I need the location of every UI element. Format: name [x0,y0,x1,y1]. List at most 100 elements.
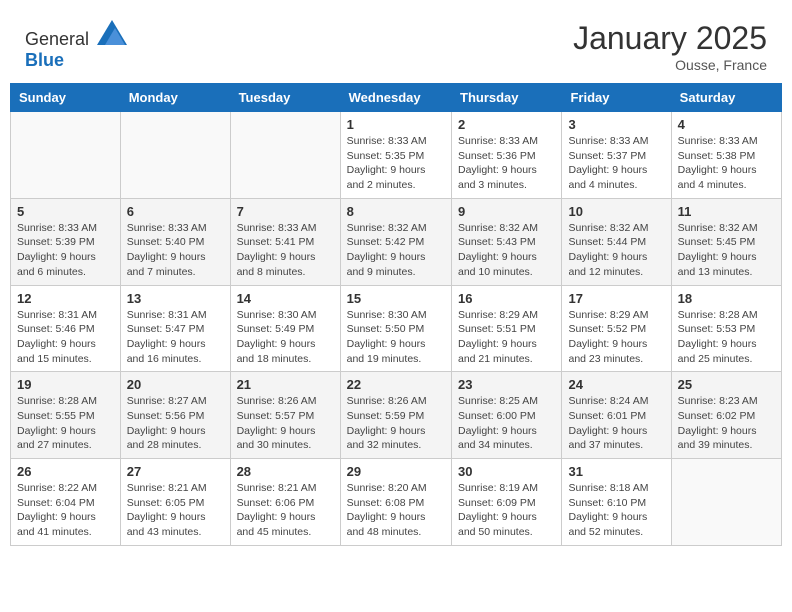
calendar-cell: 26 Sunrise: 8:22 AM Sunset: 6:04 PM Dayli… [11,459,121,546]
calendar-cell: 25Sunrise: 8:23 AM Sunset: 6:02 PM Dayli… [671,372,781,459]
calendar-week-row: 19 Sunrise: 8:28 AM Sunset: 5:55 PM Dayli… [11,372,782,459]
day-number: 29 [347,464,445,479]
day-number: 27 [127,464,224,479]
day-info: Sunrise: 8:18 AM Sunset: 6:10 PM Dayligh… [568,481,664,540]
day-info: Sunrise: 8:33 AM Sunset: 5:39 PM Dayligh… [17,221,114,280]
calendar-cell [230,112,340,199]
day-number: 13 [127,291,224,306]
calendar-cell: 24 Sunrise: 8:24 AM Sunset: 6:01 PM Dayli… [562,372,671,459]
day-number: 15 [347,291,445,306]
day-number: 26 [17,464,114,479]
day-number: 20 [127,377,224,392]
weekday-header-tuesday: Tuesday [230,84,340,112]
day-info: Sunrise: 8:20 AM Sunset: 6:08 PM Dayligh… [347,481,445,540]
day-info: Sunrise: 8:21 AM Sunset: 6:05 PM Dayligh… [127,481,224,540]
calendar-cell: 8 Sunrise: 8:32 AM Sunset: 5:42 PM Daylig… [340,198,451,285]
day-info: Sunrise: 8:33 AM Sunset: 5:38 PM Dayligh… [678,134,775,193]
calendar-cell: 19 Sunrise: 8:28 AM Sunset: 5:55 PM Dayli… [11,372,121,459]
calendar-cell [11,112,121,199]
day-info: Sunrise: 8:33 AM Sunset: 5:36 PM Dayligh… [458,134,555,193]
day-number: 31 [568,464,664,479]
day-number: 17 [568,291,664,306]
calendar-cell: 16 Sunrise: 8:29 AM Sunset: 5:51 PM Dayli… [452,285,562,372]
day-number: 3 [568,117,664,132]
calendar-cell: 23Sunrise: 8:25 AM Sunset: 6:00 PM Dayli… [452,372,562,459]
day-info: Sunrise: 8:24 AM Sunset: 6:01 PM Dayligh… [568,394,664,453]
calendar-cell: 6Sunrise: 8:33 AM Sunset: 5:40 PM Daylig… [120,198,230,285]
day-number: 14 [237,291,334,306]
logo-icon [97,20,127,45]
day-number: 16 [458,291,555,306]
calendar-cell: 29 Sunrise: 8:20 AM Sunset: 6:08 PM Dayli… [340,459,451,546]
weekday-header-row: SundayMondayTuesdayWednesdayThursdayFrid… [11,84,782,112]
day-info: Sunrise: 8:31 AM Sunset: 5:46 PM Dayligh… [17,308,114,367]
day-info: Sunrise: 8:29 AM Sunset: 5:51 PM Dayligh… [458,308,555,367]
day-number: 1 [347,117,445,132]
location: Ousse, France [573,57,767,73]
calendar-cell: 14 Sunrise: 8:30 AM Sunset: 5:49 PM Dayli… [230,285,340,372]
day-number: 10 [568,204,664,219]
day-number: 5 [17,204,114,219]
day-info: Sunrise: 8:32 AM Sunset: 5:45 PM Dayligh… [678,221,775,280]
day-info: Sunrise: 8:32 AM Sunset: 5:42 PM Dayligh… [347,221,445,280]
logo-general: General [25,29,89,49]
calendar-cell: 13 Sunrise: 8:31 AM Sunset: 5:47 PM Dayli… [120,285,230,372]
weekday-header-monday: Monday [120,84,230,112]
calendar: SundayMondayTuesdayWednesdayThursdayFrid… [10,83,782,546]
calendar-cell: 10Sunrise: 8:32 AM Sunset: 5:44 PM Dayli… [562,198,671,285]
calendar-cell: 11 Sunrise: 8:32 AM Sunset: 5:45 PM Dayli… [671,198,781,285]
day-number: 12 [17,291,114,306]
day-number: 2 [458,117,555,132]
calendar-cell: 2 Sunrise: 8:33 AM Sunset: 5:36 PM Daylig… [452,112,562,199]
day-number: 6 [127,204,224,219]
page-header: General Blue January 2025 Ousse, France [10,10,782,78]
day-info: Sunrise: 8:22 AM Sunset: 6:04 PM Dayligh… [17,481,114,540]
day-info: Sunrise: 8:21 AM Sunset: 6:06 PM Dayligh… [237,481,334,540]
day-number: 22 [347,377,445,392]
logo: General Blue [25,20,127,71]
day-info: Sunrise: 8:28 AM Sunset: 5:55 PM Dayligh… [17,394,114,453]
day-info: Sunrise: 8:33 AM Sunset: 5:41 PM Dayligh… [237,221,334,280]
day-number: 9 [458,204,555,219]
day-number: 21 [237,377,334,392]
day-info: Sunrise: 8:28 AM Sunset: 5:53 PM Dayligh… [678,308,775,367]
calendar-cell: 7 Sunrise: 8:33 AM Sunset: 5:41 PM Daylig… [230,198,340,285]
day-number: 30 [458,464,555,479]
calendar-cell: 31 Sunrise: 8:18 AM Sunset: 6:10 PM Dayli… [562,459,671,546]
calendar-week-row: 5 Sunrise: 8:33 AM Sunset: 5:39 PM Daylig… [11,198,782,285]
calendar-cell: 20Sunrise: 8:27 AM Sunset: 5:56 PM Dayli… [120,372,230,459]
day-number: 7 [237,204,334,219]
day-number: 18 [678,291,775,306]
calendar-week-row: 1 Sunrise: 8:33 AM Sunset: 5:35 PM Daylig… [11,112,782,199]
calendar-cell: 1 Sunrise: 8:33 AM Sunset: 5:35 PM Daylig… [340,112,451,199]
day-number: 25 [678,377,775,392]
calendar-cell: 18 Sunrise: 8:28 AM Sunset: 5:53 PM Dayli… [671,285,781,372]
calendar-cell: 9 Sunrise: 8:32 AM Sunset: 5:43 PM Daylig… [452,198,562,285]
day-number: 8 [347,204,445,219]
calendar-cell: 27 Sunrise: 8:21 AM Sunset: 6:05 PM Dayli… [120,459,230,546]
day-info: Sunrise: 8:30 AM Sunset: 5:50 PM Dayligh… [347,308,445,367]
calendar-cell: 21Sunrise: 8:26 AM Sunset: 5:57 PM Dayli… [230,372,340,459]
day-info: Sunrise: 8:32 AM Sunset: 5:43 PM Dayligh… [458,221,555,280]
day-number: 11 [678,204,775,219]
day-info: Sunrise: 8:31 AM Sunset: 5:47 PM Dayligh… [127,308,224,367]
calendar-week-row: 26 Sunrise: 8:22 AM Sunset: 6:04 PM Dayli… [11,459,782,546]
day-number: 24 [568,377,664,392]
calendar-cell: 3Sunrise: 8:33 AM Sunset: 5:37 PM Daylig… [562,112,671,199]
month-title: January 2025 [573,20,767,57]
calendar-cell: 22Sunrise: 8:26 AM Sunset: 5:59 PM Dayli… [340,372,451,459]
title-section: January 2025 Ousse, France [573,20,767,73]
weekday-header-wednesday: Wednesday [340,84,451,112]
day-info: Sunrise: 8:33 AM Sunset: 5:35 PM Dayligh… [347,134,445,193]
weekday-header-saturday: Saturday [671,84,781,112]
day-info: Sunrise: 8:29 AM Sunset: 5:52 PM Dayligh… [568,308,664,367]
day-number: 4 [678,117,775,132]
day-number: 23 [458,377,555,392]
day-info: Sunrise: 8:30 AM Sunset: 5:49 PM Dayligh… [237,308,334,367]
calendar-cell: 17 Sunrise: 8:29 AM Sunset: 5:52 PM Dayli… [562,285,671,372]
logo-text: General Blue [25,20,127,71]
day-number: 19 [17,377,114,392]
calendar-week-row: 12 Sunrise: 8:31 AM Sunset: 5:46 PM Dayli… [11,285,782,372]
calendar-cell [671,459,781,546]
logo-blue: Blue [25,50,64,70]
